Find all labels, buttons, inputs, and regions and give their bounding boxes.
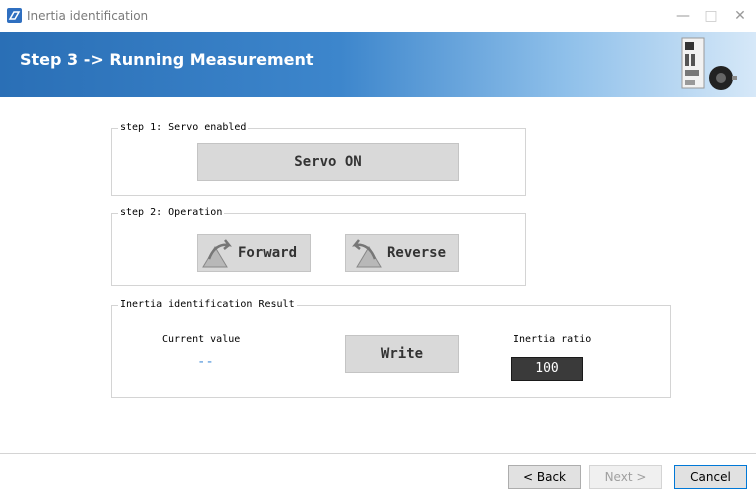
- next-button[interactable]: Next >: [589, 465, 662, 489]
- servo-on-label: Servo ON: [294, 154, 362, 170]
- step2-label: step 2: Operation: [118, 206, 225, 220]
- servo-on-button[interactable]: Servo ON: [197, 143, 459, 181]
- inertia-ratio-field[interactable]: 100: [511, 357, 583, 381]
- reverse-arrow-icon: [352, 239, 382, 268]
- step-title: Step 3 -> Running Measurement: [20, 50, 314, 69]
- app-icon: [7, 8, 22, 23]
- inertia-ratio-value: 100: [535, 361, 559, 376]
- result-label: Inertia identification Result: [118, 298, 297, 312]
- step2-group: step 2: Operation Forward Reverse: [111, 206, 526, 286]
- step1-label: step 1: Servo enabled: [118, 121, 249, 135]
- cancel-button[interactable]: Cancel: [674, 465, 747, 489]
- forward-button[interactable]: Forward: [197, 234, 311, 272]
- maximize-button[interactable]: □: [700, 6, 722, 26]
- result-group: Inertia identification Result Current va…: [111, 298, 671, 398]
- wizard-header: Step 3 -> Running Measurement: [0, 32, 756, 97]
- inertia-ratio-label: Inertia ratio: [513, 334, 592, 345]
- minimize-button[interactable]: —: [672, 6, 694, 26]
- step1-group: step 1: Servo enabled Servo ON: [111, 121, 526, 196]
- close-button[interactable]: ✕: [729, 6, 751, 26]
- servo-drive-icon: [681, 37, 737, 90]
- forward-arrow-icon: [202, 239, 232, 268]
- window-title: Inertia identification: [27, 9, 149, 23]
- reverse-label: Reverse: [387, 245, 447, 261]
- write-label: Write: [380, 346, 424, 362]
- reverse-button[interactable]: Reverse: [345, 234, 459, 272]
- current-value: --: [197, 354, 214, 370]
- current-value-label: Current value: [162, 334, 241, 345]
- title-bar: Inertia identification — □ ✕: [0, 0, 756, 32]
- footer-separator: [0, 453, 756, 454]
- write-button[interactable]: Write: [345, 335, 459, 373]
- back-button[interactable]: < Back: [508, 465, 581, 489]
- forward-label: Forward: [238, 245, 298, 261]
